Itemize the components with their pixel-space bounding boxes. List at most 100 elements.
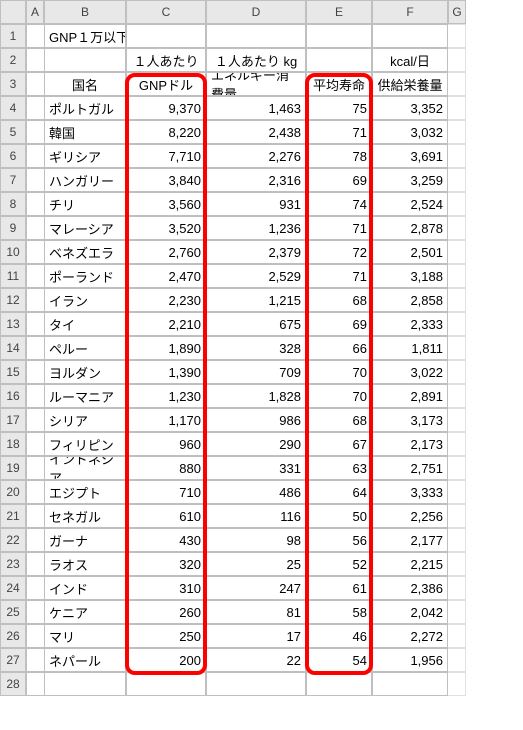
- kcal-cell[interactable]: 3,333: [372, 480, 448, 504]
- cell-A[interactable]: [26, 480, 44, 504]
- gnp-cell[interactable]: 1,170: [126, 408, 206, 432]
- gnp-cell[interactable]: 310: [126, 576, 206, 600]
- kcal-cell[interactable]: 2,272: [372, 624, 448, 648]
- col-header-B[interactable]: B: [44, 0, 126, 24]
- kcal-cell[interactable]: 2,858: [372, 288, 448, 312]
- gnp-cell[interactable]: 2,470: [126, 264, 206, 288]
- cell-D[interactable]: [206, 672, 306, 696]
- country-cell[interactable]: シリア: [44, 408, 126, 432]
- cell-G[interactable]: [448, 576, 466, 600]
- cell-G[interactable]: [448, 192, 466, 216]
- cell-A[interactable]: [26, 504, 44, 528]
- energy-cell[interactable]: 328: [206, 336, 306, 360]
- life-cell[interactable]: 54: [306, 648, 372, 672]
- kcal-cell[interactable]: 2,333: [372, 312, 448, 336]
- row-header[interactable]: 25: [0, 600, 26, 624]
- country-cell[interactable]: ハンガリー: [44, 168, 126, 192]
- cell-G[interactable]: [448, 288, 466, 312]
- life-cell[interactable]: 50: [306, 504, 372, 528]
- country-cell[interactable]: ポルトガル: [44, 96, 126, 120]
- kcal-cell[interactable]: 2,042: [372, 600, 448, 624]
- cell-G[interactable]: [448, 336, 466, 360]
- energy-cell[interactable]: 986: [206, 408, 306, 432]
- cell-E[interactable]: [306, 48, 372, 72]
- gnp-cell[interactable]: 8,220: [126, 120, 206, 144]
- cell-A[interactable]: [26, 552, 44, 576]
- gnp-cell[interactable]: 2,760: [126, 240, 206, 264]
- row-header[interactable]: 18: [0, 432, 26, 456]
- cell-G[interactable]: [448, 648, 466, 672]
- row-header[interactable]: 11: [0, 264, 26, 288]
- hdr-B3[interactable]: 国名: [44, 72, 126, 96]
- cell-G[interactable]: [448, 72, 466, 96]
- col-header-C[interactable]: C: [126, 0, 206, 24]
- cell-G[interactable]: [448, 528, 466, 552]
- row-header[interactable]: 17: [0, 408, 26, 432]
- gnp-cell[interactable]: 1,890: [126, 336, 206, 360]
- cell-A[interactable]: [26, 216, 44, 240]
- cell-A[interactable]: [26, 288, 44, 312]
- row-header[interactable]: 20: [0, 480, 26, 504]
- life-cell[interactable]: 68: [306, 288, 372, 312]
- life-cell[interactable]: 61: [306, 576, 372, 600]
- row-header[interactable]: 15: [0, 360, 26, 384]
- kcal-cell[interactable]: 2,891: [372, 384, 448, 408]
- cell-G[interactable]: [448, 384, 466, 408]
- country-cell[interactable]: ガーナ: [44, 528, 126, 552]
- cell-B[interactable]: [44, 672, 126, 696]
- hdr-F2[interactable]: kcal/日: [372, 48, 448, 72]
- cell-G[interactable]: [448, 624, 466, 648]
- cell-A[interactable]: [26, 456, 44, 480]
- country-cell[interactable]: マリ: [44, 624, 126, 648]
- row-header[interactable]: 9: [0, 216, 26, 240]
- gnp-cell[interactable]: 1,230: [126, 384, 206, 408]
- life-cell[interactable]: 58: [306, 600, 372, 624]
- cell-G[interactable]: [448, 96, 466, 120]
- cell-G[interactable]: [448, 408, 466, 432]
- row-header[interactable]: 16: [0, 384, 26, 408]
- cell-G[interactable]: [448, 672, 466, 696]
- energy-cell[interactable]: 1,463: [206, 96, 306, 120]
- row-header[interactable]: 28: [0, 672, 26, 696]
- gnp-cell[interactable]: 880: [126, 456, 206, 480]
- row-header[interactable]: 12: [0, 288, 26, 312]
- energy-cell[interactable]: 931: [206, 192, 306, 216]
- kcal-cell[interactable]: 2,256: [372, 504, 448, 528]
- life-cell[interactable]: 71: [306, 216, 372, 240]
- cell-A[interactable]: [26, 48, 44, 72]
- spreadsheet-grid[interactable]: A B C D E F G 1GNP１万以下の主要指標2１人あたり１人あたり k…: [0, 0, 466, 696]
- energy-cell[interactable]: 116: [206, 504, 306, 528]
- row-header[interactable]: 24: [0, 576, 26, 600]
- gnp-cell[interactable]: 1,390: [126, 360, 206, 384]
- cell-G[interactable]: [448, 456, 466, 480]
- cell-G[interactable]: [448, 168, 466, 192]
- kcal-cell[interactable]: 2,215: [372, 552, 448, 576]
- gnp-cell[interactable]: 200: [126, 648, 206, 672]
- country-cell[interactable]: セネガル: [44, 504, 126, 528]
- country-cell[interactable]: ネパール: [44, 648, 126, 672]
- row-header[interactable]: 3: [0, 72, 26, 96]
- country-cell[interactable]: ベネズエラ: [44, 240, 126, 264]
- life-cell[interactable]: 69: [306, 168, 372, 192]
- country-cell[interactable]: マレーシア: [44, 216, 126, 240]
- life-cell[interactable]: 67: [306, 432, 372, 456]
- cell-G[interactable]: [448, 432, 466, 456]
- country-cell[interactable]: ヨルダン: [44, 360, 126, 384]
- kcal-cell[interactable]: 3,352: [372, 96, 448, 120]
- kcal-cell[interactable]: 3,259: [372, 168, 448, 192]
- country-cell[interactable]: タイ: [44, 312, 126, 336]
- energy-cell[interactable]: 2,316: [206, 168, 306, 192]
- life-cell[interactable]: 71: [306, 120, 372, 144]
- life-cell[interactable]: 70: [306, 360, 372, 384]
- country-cell[interactable]: 韓国: [44, 120, 126, 144]
- row-header[interactable]: 21: [0, 504, 26, 528]
- gnp-cell[interactable]: 320: [126, 552, 206, 576]
- cell-G[interactable]: [448, 312, 466, 336]
- kcal-cell[interactable]: 1,811: [372, 336, 448, 360]
- title-cell[interactable]: GNP１万以下の主要指標: [44, 24, 126, 48]
- cell-G[interactable]: [448, 216, 466, 240]
- kcal-cell[interactable]: 3,188: [372, 264, 448, 288]
- row-header[interactable]: 7: [0, 168, 26, 192]
- country-cell[interactable]: ラオス: [44, 552, 126, 576]
- energy-cell[interactable]: 290: [206, 432, 306, 456]
